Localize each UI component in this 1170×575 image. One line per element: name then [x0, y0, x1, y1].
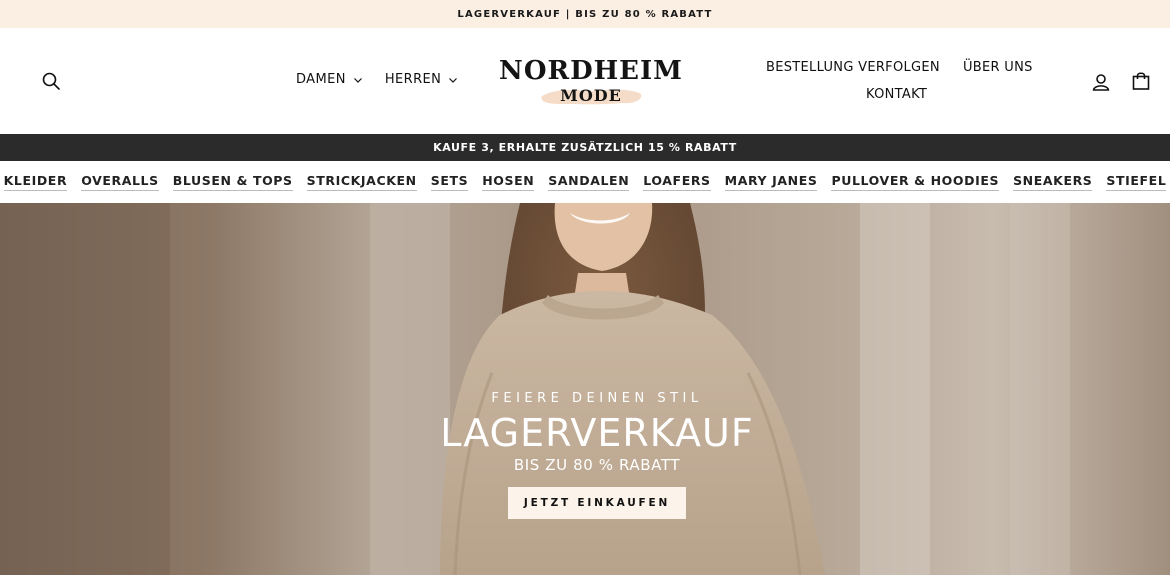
chevron-down-icon	[449, 77, 458, 83]
announcement-text: LAGERVERKAUF | BIS ZU 80 % RABATT	[457, 8, 713, 20]
contact-link[interactable]: KONTAKT	[866, 87, 927, 102]
promo-bar: KAUFE 3, ERHALTE ZUSÄTZLICH 15 % RABATT	[0, 134, 1170, 161]
category-link-strickjacken[interactable]: STRICKJACKEN	[306, 173, 417, 191]
logo-subline: MODE	[560, 86, 622, 105]
category-link-sets[interactable]: SETS	[430, 173, 469, 191]
category-link-blusen-tops[interactable]: BLUSEN & TOPS	[172, 173, 293, 191]
hero-eyebrow: FEIERE DEINEN STIL	[491, 391, 703, 406]
category-link-overalls[interactable]: OVERALLS	[81, 173, 159, 191]
main-nav: DAMEN HERREN	[296, 72, 458, 87]
nav-item-herren[interactable]: HERREN	[385, 72, 458, 87]
hero-title: LAGERVERKAUF	[440, 411, 754, 455]
cart-button[interactable]	[1128, 68, 1154, 94]
secondary-nav: BESTELLUNG VERFOLGEN ÜBER UNS KONTAKT	[760, 60, 1040, 102]
shop-now-button[interactable]: JETZT EINKAUFEN	[507, 487, 687, 519]
chevron-down-icon	[353, 77, 362, 83]
hero-subtitle: BIS ZU 80 % RABATT	[513, 456, 681, 474]
announcement-bar: LAGERVERKAUF | BIS ZU 80 % RABATT	[0, 0, 1170, 28]
nav-label: HERREN	[384, 72, 442, 87]
hero-banner[interactable]: FEIERE DEINEN STIL LAGERVERKAUF BIS ZU 8…	[0, 203, 1170, 575]
promo-text: KAUFE 3, ERHALTE ZUSÄTZLICH 15 % RABATT	[433, 141, 737, 154]
category-link-pullover-hoodies[interactable]: PULLOVER & HOODIES	[831, 173, 1000, 191]
logo-wordmark: NORDHEIM	[499, 56, 683, 86]
category-link-sneakers[interactable]: SNEAKERS	[1013, 173, 1093, 191]
hero-image	[0, 203, 1170, 575]
account-icon	[1092, 74, 1110, 91]
search-icon	[42, 72, 60, 90]
nav-item-damen[interactable]: DAMEN	[296, 72, 363, 87]
category-link-stiefel[interactable]: STIEFEL	[1106, 173, 1167, 191]
category-nav: KLEIDER OVERALLS BLUSEN & TOPS STRICKJAC…	[0, 161, 1170, 203]
category-link-mary-janes[interactable]: MARY JANES	[724, 173, 818, 191]
search-button[interactable]	[38, 68, 64, 94]
category-link-hosen[interactable]: HOSEN	[482, 173, 535, 191]
category-link-sandalen[interactable]: SANDALEN	[548, 173, 630, 191]
site-header: DAMEN HERREN NORDHEIM MODE BESTELLUNG VE…	[0, 28, 1170, 134]
hero-content: FEIERE DEINEN STIL LAGERVERKAUF BIS ZU 8…	[385, 391, 809, 519]
track-order-link[interactable]: BESTELLUNG VERFOLGEN	[766, 60, 940, 75]
about-link[interactable]: ÜBER UNS	[963, 60, 1033, 75]
category-link-kleider[interactable]: KLEIDER	[3, 173, 68, 191]
cart-icon	[1132, 72, 1150, 90]
account-button[interactable]	[1088, 69, 1114, 95]
category-link-loafers[interactable]: LOAFERS	[643, 173, 711, 191]
nav-label: DAMEN	[296, 72, 346, 87]
site-logo[interactable]: NORDHEIM MODE	[498, 56, 684, 112]
